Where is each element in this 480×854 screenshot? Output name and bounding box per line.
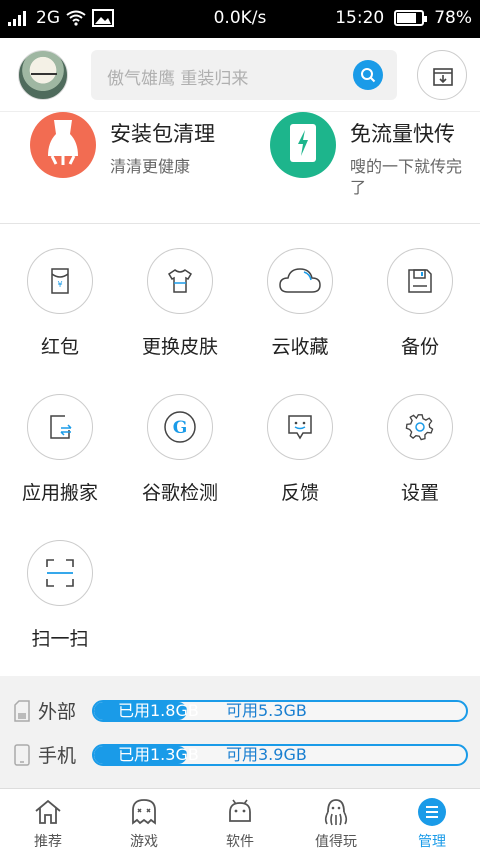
card-subtitle: 清清更健康 xyxy=(110,157,191,176)
svg-text:¥: ¥ xyxy=(57,280,62,289)
tool-label: 应用搬家 xyxy=(21,482,98,504)
cloud-icon xyxy=(279,268,321,293)
battery-icon xyxy=(394,10,428,26)
tools-grid: ¥ 红包 更换皮肤 云收藏 备份 应用搬家 G 谷歌检测 反馈 设置 扫一扫 xyxy=(0,224,480,676)
tool-label: 备份 xyxy=(400,336,439,358)
storage-free: 可用3.9GB xyxy=(226,745,307,764)
home-icon xyxy=(35,799,61,824)
bottom-nav: 推荐 游戏 软件 值得玩 管理 xyxy=(0,788,480,854)
nav-label: 推荐 xyxy=(34,834,62,850)
broom-icon xyxy=(48,120,78,165)
svg-text:G: G xyxy=(173,418,188,438)
storage-row-external: 外部 已用1.8GB 可用5.3GB xyxy=(0,696,480,726)
storage-used: 已用1.8GB xyxy=(118,701,199,720)
phone-flash-icon xyxy=(290,124,316,162)
avatar[interactable] xyxy=(18,50,68,100)
storage-name: 外部 xyxy=(38,701,77,723)
nav-label: 管理 xyxy=(418,834,446,850)
nav-label: 软件 xyxy=(226,834,254,850)
storage-used: 已用1.3GB xyxy=(118,745,199,764)
phone-icon xyxy=(14,744,30,766)
feature-cards: 安装包清理 清清更健康 免流量快传 嗖的一下就传完了 xyxy=(0,112,480,224)
tool-google-check[interactable]: G 谷歌检测 xyxy=(120,370,240,516)
floppy-icon xyxy=(408,269,432,293)
android-icon xyxy=(229,799,251,822)
tool-cloud-favorites[interactable]: 云收藏 xyxy=(240,224,360,370)
search-bar[interactable]: 傲气雄鹰 重装归来 xyxy=(91,50,397,100)
octopus-icon xyxy=(324,799,348,826)
nav-manage[interactable]: 管理 xyxy=(384,789,480,854)
app-move-icon xyxy=(50,415,72,439)
nav-software[interactable]: 软件 xyxy=(192,789,288,854)
tool-label: 扫一扫 xyxy=(31,628,89,650)
tool-feedback[interactable]: 反馈 xyxy=(240,370,360,516)
tool-label: 红包 xyxy=(40,336,79,358)
red-envelope-icon: ¥ xyxy=(51,268,69,294)
tool-label: 谷歌检测 xyxy=(141,482,218,504)
storage-free: 可用5.3GB xyxy=(226,701,307,720)
storage-row-phone: 手机 已用1.3GB 可用3.9GB xyxy=(0,740,480,770)
status-bar: 2G 0.0K/s 15:20 78% xyxy=(0,0,480,38)
tool-label: 反馈 xyxy=(280,482,319,504)
battery-percent: 78% xyxy=(434,8,472,28)
tool-app-move[interactable]: 应用搬家 xyxy=(0,370,120,516)
card-title: 免流量快传 xyxy=(350,122,455,146)
nav-label: 值得玩 xyxy=(315,834,357,850)
search-placeholder: 傲气雄鹰 重装归来 xyxy=(107,69,249,89)
tool-settings[interactable]: 设置 xyxy=(360,370,480,516)
tool-red-envelope[interactable]: ¥ 红包 xyxy=(0,224,120,370)
sd-card-icon xyxy=(14,700,30,722)
storage-name: 手机 xyxy=(38,745,77,767)
card-subtitle: 嗖的一下就传完了 xyxy=(350,157,463,197)
tool-backup[interactable]: 备份 xyxy=(360,224,480,370)
storage-bar: 已用1.8GB 可用5.3GB xyxy=(92,700,468,722)
tool-label: 设置 xyxy=(400,482,439,504)
manage-icon xyxy=(418,798,446,826)
search-icon xyxy=(361,68,376,83)
tshirt-icon xyxy=(167,269,193,293)
clock: 15:20 xyxy=(335,8,385,28)
tool-label: 更换皮肤 xyxy=(141,336,218,358)
search-button[interactable] xyxy=(353,60,383,90)
nav-games[interactable]: 游戏 xyxy=(96,789,192,854)
google-icon: G xyxy=(164,411,196,443)
scan-icon xyxy=(46,559,74,587)
storage-panel: 外部 已用1.8GB 可用5.3GB 手机 已用1.3GB 可用3.9GB xyxy=(0,676,480,788)
card-icon-bg xyxy=(30,112,96,178)
nav-worth-playing[interactable]: 值得玩 xyxy=(288,789,384,854)
nav-label: 游戏 xyxy=(130,834,158,850)
tool-label: 云收藏 xyxy=(271,336,329,358)
nav-recommend[interactable]: 推荐 xyxy=(0,789,96,854)
download-manager-icon xyxy=(433,68,453,86)
feedback-icon xyxy=(288,415,312,440)
download-manager-button[interactable] xyxy=(417,50,467,100)
gear-icon xyxy=(405,414,434,441)
card-title: 安装包清理 xyxy=(110,122,215,146)
tool-change-skin[interactable]: 更换皮肤 xyxy=(120,224,240,370)
storage-bar: 已用1.3GB 可用3.9GB xyxy=(92,744,468,766)
ghost-icon xyxy=(132,799,156,825)
tool-scan[interactable]: 扫一扫 xyxy=(0,516,120,662)
top-header: 傲气雄鹰 重装归来 xyxy=(0,38,480,112)
card-icon-bg xyxy=(270,112,336,178)
